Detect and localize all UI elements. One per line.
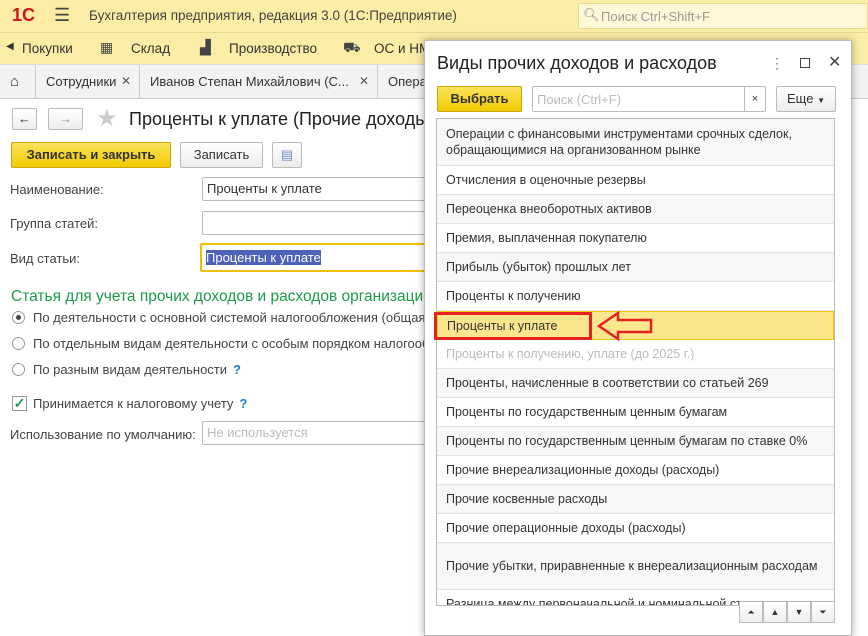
- factory-icon: ▟: [200, 39, 211, 55]
- list-item[interactable]: Проценты по государственным ценным бумаг…: [437, 427, 834, 456]
- list-item[interactable]: Премия, выплаченная покупателю: [437, 224, 834, 253]
- group-input[interactable]: [202, 211, 432, 235]
- list-item[interactable]: Прочие операционные доходы (расходы): [437, 514, 834, 543]
- scroll-bottom-button[interactable]: ⏷: [811, 601, 835, 623]
- list-item-label: Операции с финансовыми инструментами сро…: [446, 127, 792, 157]
- red-highlight-box: [434, 312, 592, 340]
- list-item-label: Проценты к получению, уплате (до 2025 г.…: [446, 347, 695, 361]
- top-bar: 1С ☰ Бухгалтерия предприятия, редакция 3…: [0, 0, 868, 33]
- radio-various[interactable]: [12, 363, 25, 376]
- radio-various-label: По разным видам деятельности?: [33, 362, 241, 377]
- list-item-label: Проценты, начисленные в соответствии со …: [446, 376, 769, 390]
- list-item[interactable]: Проценты, начисленные в соответствии со …: [437, 369, 834, 398]
- app-title: Бухгалтерия предприятия, редакция 3.0 (1…: [89, 8, 457, 23]
- select-button[interactable]: Выбрать: [437, 86, 522, 112]
- list-item-label: Прочие косвенные расходы: [446, 492, 608, 506]
- list-item[interactable]: Прочие внереализационные доходы (расходы…: [437, 456, 834, 485]
- section-production[interactable]: Производство: [229, 41, 317, 56]
- report-icon[interactable]: ▤: [272, 142, 302, 168]
- save-button[interactable]: Записать: [180, 142, 263, 168]
- back-button[interactable]: ←: [12, 108, 37, 130]
- close-icon[interactable]: ✕: [828, 52, 841, 72]
- close-icon[interactable]: ✕: [359, 65, 369, 98]
- truck-icon: ⛟: [343, 39, 361, 55]
- list-item-label: Проценты по государственным ценным бумаг…: [446, 405, 728, 419]
- red-arrow-icon: [596, 310, 653, 342]
- scroll-left-icon[interactable]: ◀: [6, 41, 14, 52]
- list-item[interactable]: Переоценка внеоборотных активов: [437, 195, 834, 224]
- save-close-button[interactable]: Записать и закрыть: [11, 142, 171, 168]
- tax-checkbox[interactable]: ✓: [12, 396, 27, 411]
- close-icon[interactable]: ✕: [121, 65, 131, 98]
- list-item[interactable]: Прибыль (убыток) прошлых лет: [437, 253, 834, 282]
- chevron-down-icon: ▼: [817, 96, 825, 105]
- more-button[interactable]: Еще ▼: [776, 86, 836, 112]
- usage-input[interactable]: Не используется: [202, 421, 432, 445]
- home-tab[interactable]: ⌂: [0, 65, 36, 98]
- list-item-label: Проценты по государственным ценным бумаг…: [446, 434, 808, 448]
- tab-employees[interactable]: Сотрудники ✕: [36, 65, 140, 98]
- list-item[interactable]: Проценты по государственным ценным бумаг…: [437, 398, 834, 427]
- list-item[interactable]: Прочие убытки, приравненные к внереализа…: [437, 543, 834, 590]
- global-search[interactable]: 🔍︎ Поиск Ctrl+Shift+F: [578, 3, 868, 29]
- kind-label: Вид статьи:: [10, 251, 80, 266]
- kind-input[interactable]: Проценты к уплате: [200, 243, 430, 272]
- list-item[interactable]: Отчисления в оценочные резервы: [437, 166, 834, 195]
- list-item-label: Прибыль (убыток) прошлых лет: [446, 260, 631, 274]
- search-icon: 🔍︎: [583, 7, 600, 22]
- scroll-down-button[interactable]: ▼: [787, 601, 811, 623]
- list-item-label: Проценты к получению: [446, 289, 581, 303]
- section-title: Статья для учета прочих доходов и расход…: [11, 288, 432, 305]
- forward-button[interactable]: →: [48, 108, 83, 130]
- more-actions-icon[interactable]: ⋮: [770, 55, 784, 72]
- help-icon[interactable]: ?: [233, 362, 241, 377]
- list-item-label: Прочие операционные доходы (расходы): [446, 521, 686, 535]
- section-warehouse[interactable]: Склад: [131, 41, 170, 56]
- clear-search-button[interactable]: ×: [744, 87, 765, 111]
- radio-main-tax-label: По деятельности с основной системой нало…: [33, 310, 430, 325]
- list-item[interactable]: Прочие косвенные расходы: [437, 485, 834, 514]
- radio-main-tax[interactable]: [12, 311, 25, 324]
- name-input[interactable]: Проценты к уплате: [202, 177, 432, 201]
- section-purchases[interactable]: Покупки: [22, 41, 73, 56]
- warehouse-icon: ▦: [100, 39, 114, 55]
- scroll-up-button[interactable]: ▲: [763, 601, 787, 623]
- favorite-star-icon[interactable]: ★: [96, 104, 118, 133]
- list-item[interactable]: Проценты к получению, уплате (до 2025 г.…: [437, 340, 834, 369]
- scroll-top-button[interactable]: ⏶: [739, 601, 763, 623]
- 1c-logo[interactable]: 1С: [12, 5, 35, 26]
- dialog-title: Виды прочих доходов и расходов: [437, 53, 717, 73]
- list-item-label: Отчисления в оценочные резервы: [446, 173, 646, 187]
- tax-checkbox-label: Принимается к налоговому учету?: [33, 396, 248, 411]
- menu-icon[interactable]: ☰: [54, 5, 70, 26]
- list-item-label: Прочие убытки, приравненные к внереализа…: [446, 559, 818, 573]
- items-list: Операции с финансовыми инструментами сро…: [436, 118, 835, 606]
- list-item[interactable]: Операции с финансовыми инструментами сро…: [437, 119, 834, 166]
- maximize-icon[interactable]: [800, 58, 810, 68]
- group-label: Группа статей:: [10, 216, 98, 231]
- list-item-label: Прочие внереализационные доходы (расходы…: [446, 463, 720, 477]
- list-item-label: Премия, выплаченная покупателю: [446, 231, 647, 245]
- tab-ivanov[interactable]: Иванов Степан Михайлович (С... ✕: [140, 65, 378, 98]
- name-label: Наименование:: [10, 182, 104, 197]
- search-input[interactable]: Поиск (Ctrl+F) ×: [532, 86, 766, 112]
- help-icon[interactable]: ?: [239, 396, 247, 411]
- list-item[interactable]: Проценты к получению: [437, 282, 834, 311]
- usage-label: Использование по умолчанию:: [10, 427, 196, 442]
- list-item-label: Переоценка внеоборотных активов: [446, 202, 652, 216]
- radio-special-tax[interactable]: [12, 337, 25, 350]
- radio-special-tax-label: По отдельным видам деятельности с особым…: [33, 336, 482, 351]
